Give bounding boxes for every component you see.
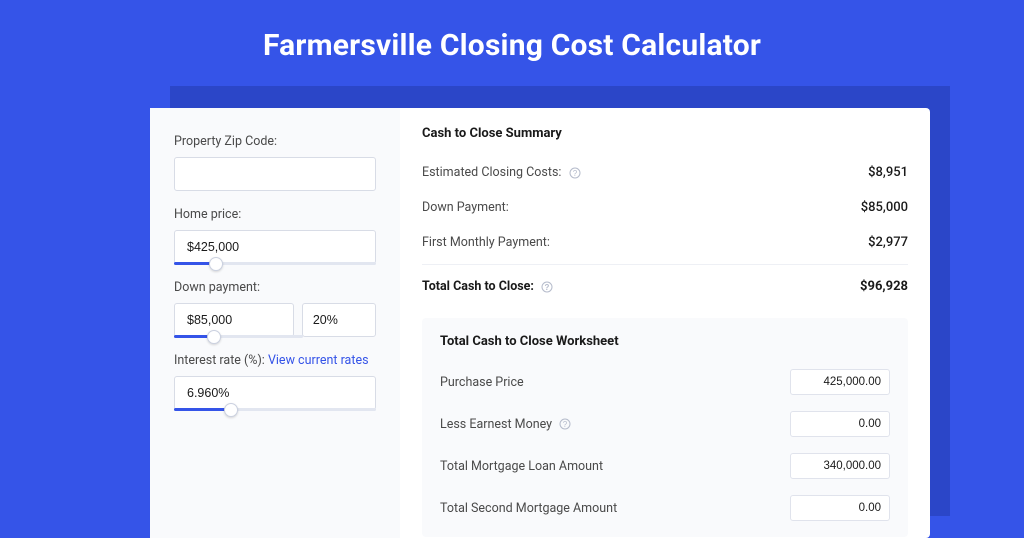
worksheet-input[interactable] (790, 453, 890, 479)
worksheet-label: Purchase Price (440, 375, 524, 390)
summary-value: $2,977 (868, 235, 908, 250)
svg-text:?: ? (572, 169, 577, 178)
down-payment-label: Down payment: (174, 280, 376, 295)
svg-text:?: ? (545, 283, 550, 292)
down-payment-slider[interactable] (174, 335, 303, 338)
summary-row: Estimated Closing Costs: ? $8,951 (422, 155, 908, 190)
help-icon[interactable]: ? (569, 167, 581, 179)
down-payment-pct-input[interactable] (302, 303, 376, 337)
interest-label: Interest rate (%): View current rates (174, 353, 376, 368)
summary-label: First Monthly Payment: (422, 235, 550, 250)
worksheet-input[interactable] (790, 495, 890, 521)
results-column: Cash to Close Summary Estimated Closing … (400, 108, 930, 538)
summary-value: $85,000 (861, 200, 908, 215)
interest-slider[interactable] (174, 408, 376, 411)
down-payment-group: Down payment: (174, 280, 376, 337)
worksheet-title: Total Cash to Close Worksheet (440, 334, 890, 349)
down-payment-input-wrap (174, 303, 376, 337)
worksheet-input[interactable] (790, 411, 890, 437)
worksheet-label: Total Second Mortgage Amount (440, 501, 617, 516)
down-payment-slider-thumb[interactable] (207, 330, 221, 344)
summary-label: Estimated Closing Costs: ? (422, 165, 581, 180)
zip-label: Property Zip Code: (174, 134, 376, 149)
worksheet-label: Less Earnest Money ? (440, 417, 571, 432)
summary-total-label: Total Cash to Close: ? (422, 279, 553, 294)
home-price-slider[interactable] (174, 262, 376, 265)
summary-value: $8,951 (868, 165, 908, 180)
help-icon[interactable]: ? (559, 418, 571, 430)
home-price-slider-thumb[interactable] (209, 257, 223, 271)
home-price-group: Home price: (174, 207, 376, 264)
svg-text:?: ? (563, 420, 568, 429)
home-price-input[interactable] (174, 230, 376, 264)
worksheet-card: Total Cash to Close Worksheet Purchase P… (422, 318, 908, 537)
summary-row: Down Payment: $85,000 (422, 190, 908, 225)
summary-total-value: $96,928 (860, 279, 908, 294)
home-price-input-wrap (174, 230, 376, 264)
interest-slider-thumb[interactable] (224, 403, 238, 417)
worksheet-row: Less Earnest Money ? (440, 403, 890, 445)
zip-input[interactable] (174, 157, 376, 191)
worksheet-label: Total Mortgage Loan Amount (440, 459, 603, 474)
worksheet-row: Purchase Price (440, 361, 890, 403)
summary-total-row: Total Cash to Close: ? $96,928 (422, 264, 908, 304)
down-payment-input[interactable] (174, 303, 294, 337)
page-title: Farmersville Closing Cost Calculator (0, 0, 1024, 85)
summary-row: First Monthly Payment: $2,977 (422, 225, 908, 260)
view-rates-link[interactable]: View current rates (268, 353, 369, 368)
summary-label: Down Payment: (422, 200, 509, 215)
home-price-label: Home price: (174, 207, 376, 222)
worksheet-row: Total Second Mortgage Amount (440, 487, 890, 529)
calculator-panel: Property Zip Code: Home price: Down paym… (150, 108, 930, 538)
interest-label-text: Interest rate (%): (174, 353, 268, 368)
help-icon[interactable]: ? (541, 281, 553, 293)
summary-title: Cash to Close Summary (422, 126, 908, 141)
interest-group: Interest rate (%): View current rates (174, 353, 376, 410)
interest-input[interactable] (174, 376, 376, 410)
zip-group: Property Zip Code: (174, 134, 376, 191)
inputs-column: Property Zip Code: Home price: Down paym… (150, 108, 400, 538)
worksheet-input[interactable] (790, 369, 890, 395)
worksheet-row: Total Mortgage Loan Amount (440, 445, 890, 487)
interest-input-wrap (174, 376, 376, 410)
